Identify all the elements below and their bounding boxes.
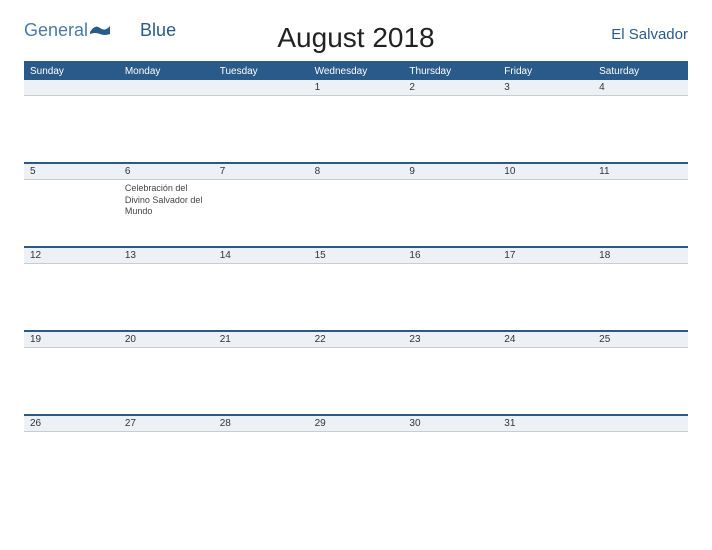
day-number: 12 [24, 248, 119, 263]
logo-text-2: Blue [140, 20, 176, 41]
day-cell [309, 96, 404, 162]
day-number-row: 26 27 28 29 30 31 [24, 416, 688, 432]
weekday-label: Monday [119, 63, 214, 80]
day-cell [593, 180, 688, 246]
day-number: 15 [309, 248, 404, 263]
day-cell [403, 432, 498, 500]
day-number: 17 [498, 248, 593, 263]
day-number: 6 [119, 164, 214, 179]
weekday-label: Wednesday [309, 63, 404, 80]
week-row [24, 264, 688, 332]
day-cell [24, 96, 119, 162]
day-number [24, 80, 119, 95]
day-cell [309, 180, 404, 246]
weekday-label: Tuesday [214, 63, 309, 80]
day-cell [24, 432, 119, 500]
day-event: Celebración del Divino Salvador del Mund… [125, 183, 208, 218]
day-cell [498, 96, 593, 162]
day-cell [593, 96, 688, 162]
day-cell [403, 180, 498, 246]
weekday-header-row: Sunday Monday Tuesday Wednesday Thursday… [24, 61, 688, 80]
day-cell [119, 348, 214, 414]
logo-text-1: General [24, 20, 88, 41]
day-number: 9 [403, 164, 498, 179]
day-cell [214, 264, 309, 330]
day-number [119, 80, 214, 95]
day-number: 26 [24, 416, 119, 431]
day-number: 23 [403, 332, 498, 347]
day-number: 13 [119, 248, 214, 263]
day-cell [119, 432, 214, 500]
day-number: 5 [24, 164, 119, 179]
day-cell [214, 432, 309, 500]
day-cell [24, 180, 119, 246]
day-number: 18 [593, 248, 688, 263]
day-cell [309, 348, 404, 414]
week-row [24, 96, 688, 164]
week-row [24, 348, 688, 416]
day-cell [593, 264, 688, 330]
day-number: 25 [593, 332, 688, 347]
day-number [593, 416, 688, 431]
day-number: 28 [214, 416, 309, 431]
day-cell [214, 96, 309, 162]
country-label: El Salvador [611, 26, 688, 43]
day-number: 11 [593, 164, 688, 179]
day-number: 19 [24, 332, 119, 347]
day-number: 21 [214, 332, 309, 347]
day-cell [498, 348, 593, 414]
calendar-header: General Blue August 2018 El Salvador [24, 20, 688, 43]
weekday-label: Thursday [403, 63, 498, 80]
day-number-row: 12 13 14 15 16 17 18 [24, 248, 688, 264]
day-cell [498, 432, 593, 500]
day-cell [214, 348, 309, 414]
day-number: 29 [309, 416, 404, 431]
day-cell [498, 264, 593, 330]
weekday-label: Friday [498, 63, 593, 80]
day-cell [24, 348, 119, 414]
day-number: 4 [593, 80, 688, 95]
day-number: 20 [119, 332, 214, 347]
day-number: 22 [309, 332, 404, 347]
day-number: 14 [214, 248, 309, 263]
day-cell: Celebración del Divino Salvador del Mund… [119, 180, 214, 246]
day-cell [24, 264, 119, 330]
week-row: Celebración del Divino Salvador del Mund… [24, 180, 688, 248]
logo: General Blue [24, 20, 176, 41]
day-number: 31 [498, 416, 593, 431]
weekday-label: Saturday [593, 63, 688, 80]
day-cell [214, 180, 309, 246]
day-number: 30 [403, 416, 498, 431]
day-number [214, 80, 309, 95]
day-cell [309, 432, 404, 500]
day-number: 27 [119, 416, 214, 431]
day-number: 24 [498, 332, 593, 347]
day-cell [498, 180, 593, 246]
day-cell [403, 96, 498, 162]
weekday-label: Sunday [24, 63, 119, 80]
logo-wave-icon [90, 20, 112, 41]
day-cell [403, 348, 498, 414]
day-number-row: 19 20 21 22 23 24 25 [24, 332, 688, 348]
day-number: 10 [498, 164, 593, 179]
calendar-grid: Sunday Monday Tuesday Wednesday Thursday… [24, 61, 688, 500]
calendar-title: August 2018 [277, 22, 434, 54]
day-number: 1 [309, 80, 404, 95]
day-number: 8 [309, 164, 404, 179]
day-cell [593, 432, 688, 500]
day-cell [403, 264, 498, 330]
day-number-row: 1 2 3 4 [24, 80, 688, 96]
day-number-row: 5 6 7 8 9 10 11 [24, 164, 688, 180]
day-number: 7 [214, 164, 309, 179]
week-row [24, 432, 688, 500]
day-cell [309, 264, 404, 330]
day-cell [119, 264, 214, 330]
day-number: 2 [403, 80, 498, 95]
day-cell [119, 96, 214, 162]
day-cell [593, 348, 688, 414]
day-number: 16 [403, 248, 498, 263]
day-number: 3 [498, 80, 593, 95]
